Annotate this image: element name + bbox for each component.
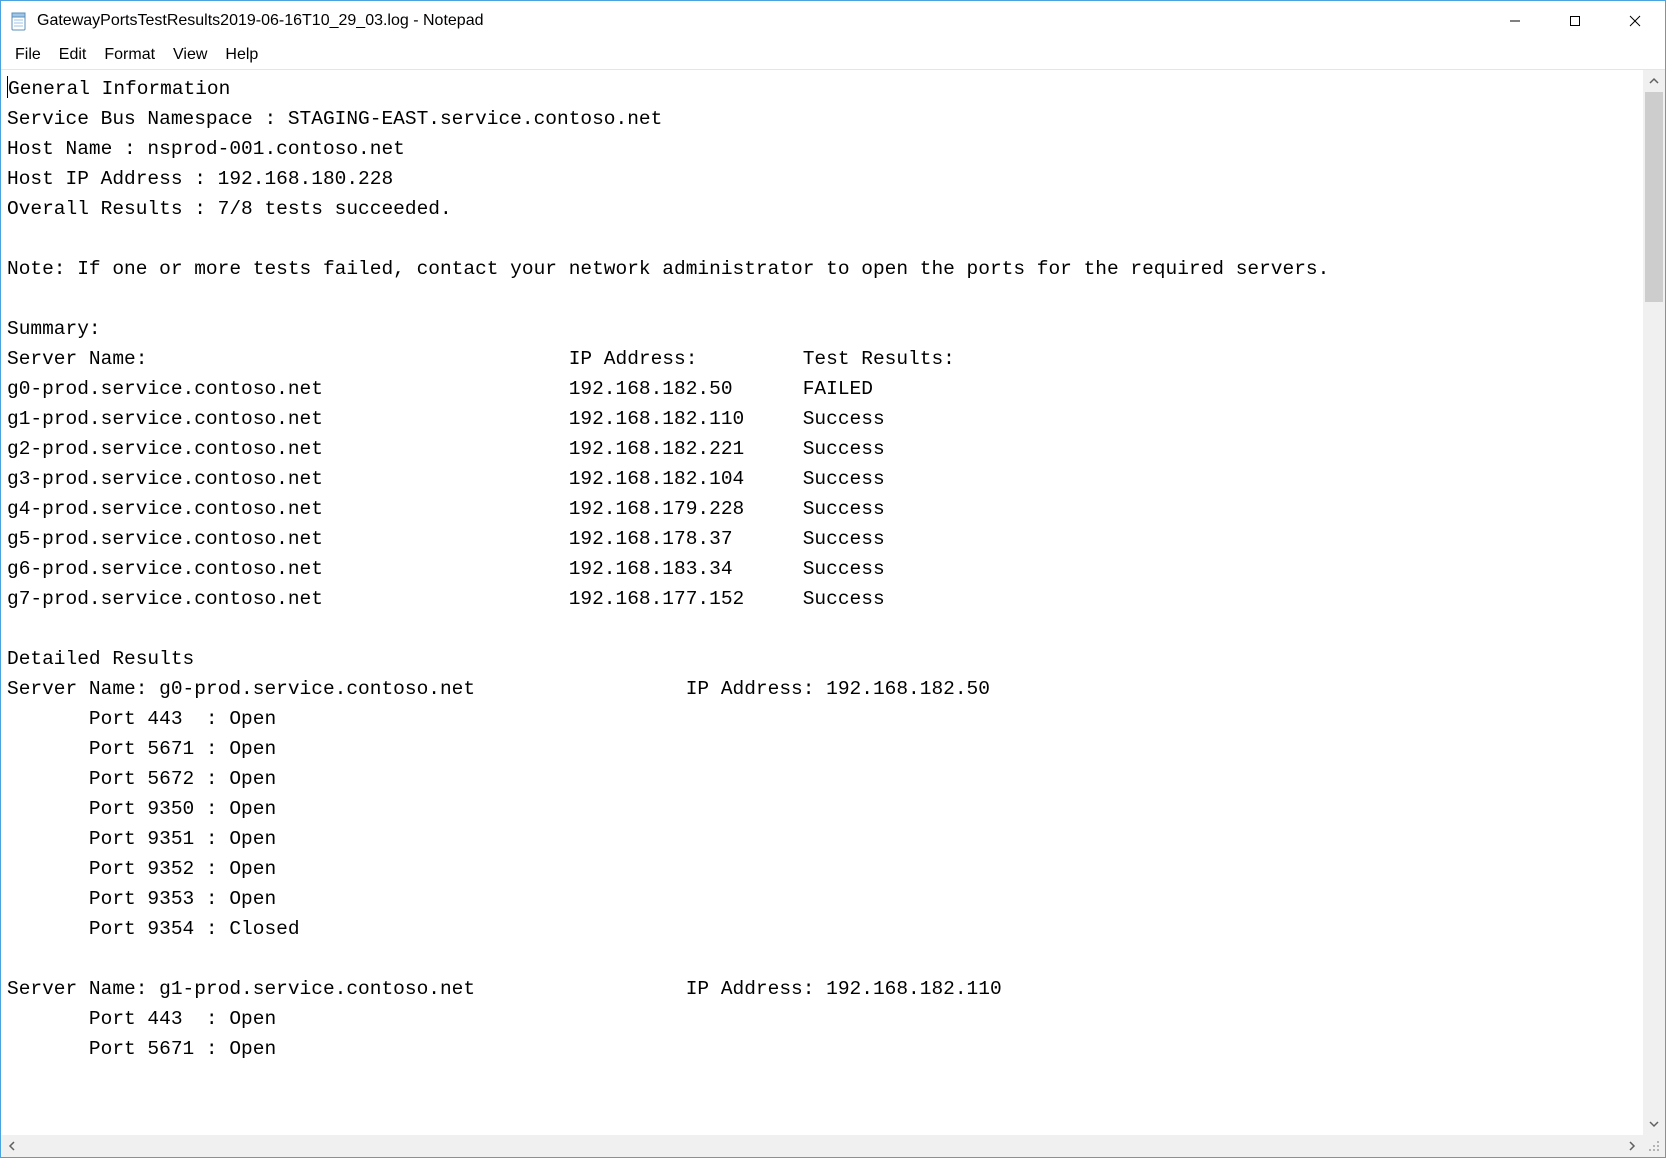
scroll-left-arrow-icon[interactable] [1, 1135, 23, 1157]
horizontal-scrollbar[interactable] [1, 1135, 1665, 1157]
client-area: General Information Service Bus Namespac… [1, 69, 1665, 1135]
scroll-right-arrow-icon[interactable] [1621, 1135, 1643, 1157]
maximize-button[interactable] [1545, 1, 1605, 41]
menu-file[interactable]: File [7, 44, 49, 66]
menu-format[interactable]: Format [96, 44, 163, 66]
vertical-scrollbar[interactable] [1643, 69, 1665, 1135]
menu-edit[interactable]: Edit [51, 44, 95, 66]
menu-help[interactable]: Help [217, 44, 266, 66]
size-grip-icon[interactable] [1643, 1135, 1665, 1157]
menubar: File Edit Format View Help [1, 41, 1665, 69]
window-controls [1485, 1, 1665, 41]
minimize-button[interactable] [1485, 1, 1545, 41]
notepad-icon [9, 11, 29, 31]
menu-view[interactable]: View [165, 44, 215, 66]
scroll-up-arrow-icon[interactable] [1643, 70, 1665, 92]
window-title: GatewayPortsTestResults2019-06-16T10_29_… [37, 12, 484, 30]
scroll-down-arrow-icon[interactable] [1643, 1113, 1665, 1135]
close-button[interactable] [1605, 1, 1665, 41]
text-editor[interactable]: General Information Service Bus Namespac… [1, 69, 1643, 1135]
titlebar[interactable]: GatewayPortsTestResults2019-06-16T10_29_… [1, 1, 1665, 41]
notepad-window: GatewayPortsTestResults2019-06-16T10_29_… [0, 0, 1666, 1158]
vertical-scroll-thumb[interactable] [1645, 92, 1663, 302]
text-caret [7, 76, 8, 98]
horizontal-scroll-track[interactable] [23, 1135, 1621, 1157]
